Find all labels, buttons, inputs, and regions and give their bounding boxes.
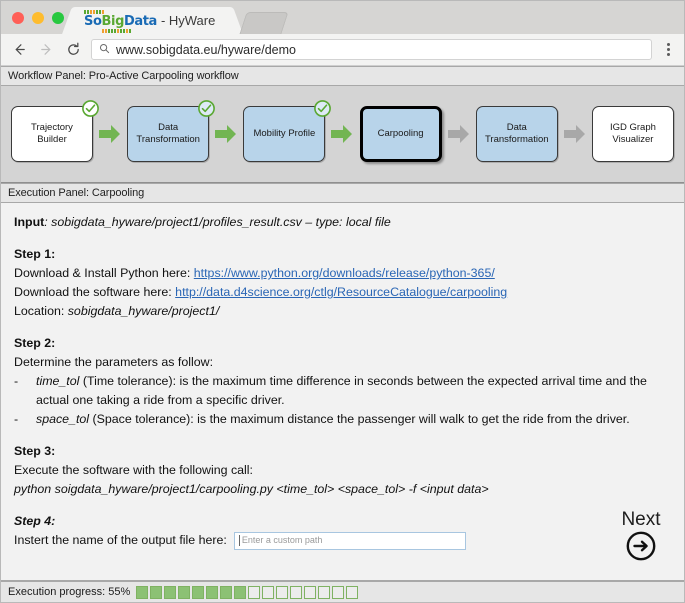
step2-title: Step 2: (14, 336, 56, 350)
step2-bullet-space-tol: - space_tol (Space tolerance): is the ma… (14, 410, 671, 429)
workflow-canvas: Trajectory Builder Data Transformation M… (1, 86, 684, 183)
node-label: Data Transformation (136, 122, 200, 145)
sobigdata-logo: SoBigData (84, 10, 157, 33)
execution-panel: Input: sobigdata_hyware/project1/profile… (1, 203, 684, 581)
kebab-menu-icon[interactable] (661, 40, 675, 60)
progress-block (318, 585, 331, 599)
progress-block (234, 585, 247, 599)
progress-block (290, 585, 303, 599)
progress-block (346, 585, 359, 599)
progress-block (276, 585, 289, 599)
progress-block (206, 585, 219, 599)
progress-block (220, 585, 233, 599)
param-space-tol: space_tol (36, 412, 90, 426)
logo-text-data: Data (123, 14, 157, 29)
progress-block (192, 585, 205, 599)
bullet-dash: - (14, 412, 19, 426)
search-icon (99, 41, 110, 59)
next-button[interactable]: Next (615, 510, 667, 568)
next-button-label: Next (621, 509, 661, 530)
browser-window: SoBigData - HyWare www.sobigdata.eu/hywa… (0, 0, 685, 603)
address-bar[interactable]: www.sobigdata.eu/hyware/demo (91, 39, 652, 60)
execution-progress-bar (136, 585, 359, 599)
software-download-link[interactable]: http://data.d4science.org/ctlg/ResourceC… (175, 285, 507, 299)
progress-block (262, 585, 275, 599)
workflow-node-data-transformation-2[interactable]: Data Transformation (475, 106, 558, 162)
page-content: Workflow Panel: Pro-Active Carpooling wo… (1, 66, 684, 602)
maximize-window-button[interactable] (52, 11, 64, 24)
progress-block (178, 585, 191, 599)
progress-block (304, 585, 317, 599)
check-circle-icon (197, 99, 216, 118)
logo-text-big: Big (101, 14, 125, 29)
input-line: Input: sobigdata_hyware/project1/profile… (14, 213, 671, 232)
python-download-link[interactable]: https://www.python.org/downloads/release… (194, 266, 495, 280)
bullet-text: time_tol (Time tolerance): is the maximu… (36, 374, 647, 407)
node-label: Data Transformation (484, 122, 549, 145)
tab-strip: SoBigData - HyWare (1, 1, 684, 34)
step1-line1: Download & Install Python here: https://… (14, 266, 495, 280)
execution-progress-label: Execution progress: 55% (8, 586, 131, 598)
workflow-node-igd-graph-visualizer[interactable]: IGD Graph Visualizer (591, 106, 674, 162)
output-path-input[interactable]: Enter a custom path (233, 531, 466, 550)
input-label: Input (14, 215, 45, 229)
progress-block (164, 585, 177, 599)
step1-line3: Location: sobigdata_hyware/project1/ (14, 304, 220, 318)
output-path-placeholder: Enter a custom path (241, 535, 323, 545)
step4-title: Step 4: (14, 514, 56, 528)
logo-bars-top-icon (84, 10, 157, 14)
step1-title: Step 1: (14, 247, 56, 261)
back-arrow-icon[interactable] (10, 41, 28, 59)
input-value: : sobigdata_hyware/project1/profiles_res… (44, 215, 391, 229)
node-label: Carpooling (377, 128, 424, 139)
step4-label: Instert the name of the output file here… (14, 533, 227, 547)
step3-command: python soigdata_hyware/project1/carpooli… (14, 482, 489, 496)
progress-block (150, 585, 163, 599)
step4-row: Instert the name of the output file here… (14, 531, 671, 550)
workflow-node-trajectory-builder[interactable]: Trajectory Builder (11, 100, 99, 162)
workflow-node-mobility-profile[interactable]: Mobility Profile (243, 100, 332, 162)
node-label: IGD Graph Visualizer (609, 122, 656, 145)
progress-block (136, 585, 149, 599)
workflow-panel-header: Workflow Panel: Pro-Active Carpooling wo… (1, 66, 684, 86)
close-window-button[interactable] (12, 11, 24, 24)
step3-title: Step 3: (14, 444, 56, 458)
node-label: Mobility Profile (253, 128, 316, 139)
workflow-arrow-4 (447, 124, 470, 144)
workflow-arrow-1 (99, 124, 121, 144)
param-time-tol: time_tol (36, 374, 80, 388)
node-label: Trajectory Builder (31, 122, 73, 145)
execution-panel-header: Execution Panel: Carpooling (1, 183, 684, 203)
check-circle-icon (81, 99, 100, 118)
text-caret (238, 535, 240, 546)
workflow-arrow-5 (563, 124, 586, 144)
progress-block (248, 585, 261, 599)
browser-tab-inactive[interactable] (239, 12, 289, 34)
minimize-window-button[interactable] (32, 11, 44, 24)
step1-line2: Download the software here: http://data.… (14, 285, 508, 299)
workflow-arrow-2 (215, 124, 237, 144)
step2-bullet-time-tol: - time_tol (Time tolerance): is the maxi… (14, 372, 671, 410)
workflow-node-data-transformation-1[interactable]: Data Transformation (127, 100, 216, 162)
arrow-right-circle-icon (625, 531, 657, 565)
browser-toolbar: www.sobigdata.eu/hyware/demo (1, 34, 684, 66)
forward-arrow-icon (37, 41, 55, 59)
status-bar: Execution progress: 55% (1, 581, 684, 602)
logo-bars-bottom-icon (102, 29, 147, 33)
step1-location-path: sobigdata_hyware/project1/ (67, 304, 220, 318)
bullet-text: space_tol (Space tolerance): is the maxi… (36, 412, 630, 426)
browser-tab-active[interactable]: SoBigData - HyWare (74, 7, 232, 34)
logo-text-so: So (84, 14, 102, 29)
address-bar-url: www.sobigdata.eu/hyware/demo (116, 42, 296, 57)
step3-intro: Execute the software with the following … (14, 463, 253, 477)
step2-intro: Determine the parameters as follow: (14, 355, 214, 369)
reload-icon[interactable] (64, 41, 82, 59)
bullet-dash: - (14, 374, 19, 388)
check-circle-icon (313, 99, 332, 118)
workflow-arrow-3 (331, 124, 353, 144)
progress-block (332, 585, 345, 599)
tab-title: - HyWare (160, 13, 216, 28)
workflow-node-carpooling[interactable]: Carpooling (359, 106, 442, 162)
